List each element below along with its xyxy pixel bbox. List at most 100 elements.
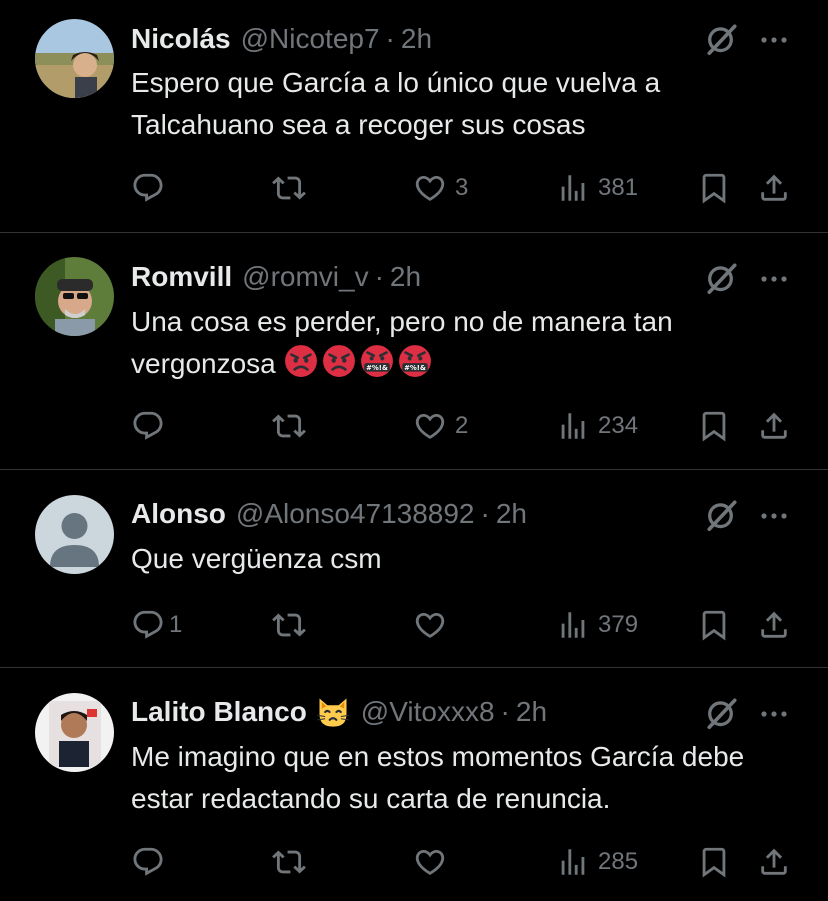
grok-icon[interactable] — [704, 695, 740, 731]
retweet-icon — [272, 608, 306, 642]
tweet-text: Espero que García a lo único que vuelva … — [131, 67, 661, 140]
tweet-header: Nicolás @Nicotep7 · 2h — [131, 19, 432, 59]
retweet-button[interactable] — [272, 406, 306, 446]
separator-dot: · — [480, 498, 490, 529]
like-button[interactable]: 3 — [413, 168, 468, 208]
share-button[interactable] — [757, 842, 791, 882]
author-name[interactable]: Romvill — [131, 261, 232, 293]
share-icon — [757, 409, 791, 443]
reply-button[interactable] — [131, 168, 173, 208]
bookmark-button[interactable] — [697, 842, 731, 882]
like-button[interactable] — [413, 605, 455, 645]
views-icon — [556, 171, 590, 205]
views-button[interactable]: 379 — [556, 605, 638, 645]
views-count: 285 — [598, 848, 639, 875]
avatar[interactable] — [35, 19, 114, 98]
author-name[interactable]: Alonso — [131, 498, 226, 530]
tweet-text: Me imagino que en estos momentos García … — [131, 741, 745, 814]
views-icon — [556, 409, 590, 443]
retweet-icon — [272, 845, 306, 879]
views-button[interactable]: 381 — [556, 168, 638, 208]
bookmark-icon — [697, 608, 731, 642]
reply-button[interactable] — [131, 406, 173, 446]
bookmark-button[interactable] — [697, 168, 731, 208]
tweet[interactable]: Nicolás @Nicotep7 · 2h Espero que García… — [0, 0, 828, 232]
angry-face-icon — [322, 344, 356, 378]
cursing-face-icon — [360, 344, 394, 378]
cursing-face-icon — [398, 344, 432, 378]
share-icon — [757, 845, 791, 879]
angry-face-icon — [284, 344, 318, 378]
like-button[interactable] — [413, 842, 455, 882]
like-icon — [413, 171, 447, 205]
tweet-header: Romvill @romvi_v · 2h — [131, 257, 421, 297]
like-count: 3 — [455, 174, 469, 201]
timestamp[interactable]: 2h — [390, 261, 421, 293]
timestamp[interactable]: 2h — [516, 696, 547, 728]
tweet[interactable]: Lalito Blanco @Vitoxxx8 · 2h Me imagino … — [0, 668, 828, 901]
avatar[interactable] — [35, 693, 114, 772]
timestamp[interactable]: 2h — [401, 23, 432, 55]
retweet-icon — [272, 171, 306, 205]
more-icon[interactable] — [756, 30, 792, 50]
retweet-button[interactable] — [272, 605, 306, 645]
tweet[interactable]: Romvill @romvi_v · 2h Una cosa es perder… — [0, 233, 828, 469]
grok-icon[interactable] — [704, 260, 740, 296]
more-icon[interactable] — [756, 269, 792, 289]
share-icon — [757, 171, 791, 205]
bookmark-icon — [697, 845, 731, 879]
reply-icon — [131, 608, 165, 642]
views-count: 234 — [598, 412, 639, 439]
retweet-button[interactable] — [272, 168, 306, 208]
tweet-header: Lalito Blanco @Vitoxxx8 · 2h — [131, 692, 547, 732]
retweet-button[interactable] — [272, 842, 306, 882]
reply-icon — [131, 409, 165, 443]
tweet-text-block: Una cosa es perder, pero no de manera ta… — [131, 301, 791, 385]
views-count: 379 — [598, 611, 639, 638]
avatar[interactable] — [35, 257, 114, 336]
author-name[interactable]: Lalito Blanco — [131, 696, 307, 728]
share-icon — [757, 608, 791, 642]
like-icon — [413, 409, 447, 443]
reply-button[interactable]: 1 — [131, 605, 182, 645]
tweet[interactable]: Alonso @Alonso47138892 · 2h Que vergüenz… — [0, 470, 828, 667]
author-handle[interactable]: @Nicotep7 — [241, 23, 380, 55]
reply-count: 1 — [169, 611, 183, 638]
like-icon — [413, 845, 447, 879]
emoji-row — [284, 348, 436, 379]
more-icon[interactable] — [756, 506, 792, 526]
default-avatar-icon — [35, 495, 114, 574]
tweet-text: Que vergüenza csm — [131, 543, 382, 574]
avatar-photo — [35, 19, 114, 98]
avatar[interactable] — [35, 495, 114, 574]
views-icon — [556, 845, 590, 879]
cat-face-icon — [315, 694, 351, 730]
separator-dot: · — [385, 23, 395, 54]
reply-button[interactable] — [131, 842, 173, 882]
views-icon — [556, 608, 590, 642]
more-icon[interactable] — [756, 704, 792, 724]
reply-icon — [131, 171, 165, 205]
like-icon — [413, 608, 447, 642]
share-button[interactable] — [757, 168, 791, 208]
author-handle[interactable]: @romvi_v — [242, 261, 368, 293]
timestamp[interactable]: 2h — [496, 498, 527, 530]
views-count: 381 — [598, 174, 639, 201]
share-button[interactable] — [757, 406, 791, 446]
author-handle[interactable]: @Alonso47138892 — [236, 498, 475, 530]
tweet-actions: 3 381 — [0, 168, 828, 208]
tweet-header: Alonso @Alonso47138892 · 2h — [131, 494, 527, 534]
grok-icon[interactable] — [704, 21, 740, 57]
share-button[interactable] — [757, 605, 791, 645]
bookmark-button[interactable] — [697, 605, 731, 645]
author-name[interactable]: Nicolás — [131, 23, 231, 55]
like-button[interactable]: 2 — [413, 406, 468, 446]
views-button[interactable]: 234 — [556, 406, 638, 446]
author-handle[interactable]: @Vitoxxx8 — [361, 696, 495, 728]
grok-icon[interactable] — [704, 497, 740, 533]
like-count: 2 — [455, 412, 469, 439]
views-button[interactable]: 285 — [556, 842, 638, 882]
avatar-photo — [35, 693, 114, 772]
tweet-actions: 285 — [0, 842, 828, 882]
bookmark-button[interactable] — [697, 406, 731, 446]
